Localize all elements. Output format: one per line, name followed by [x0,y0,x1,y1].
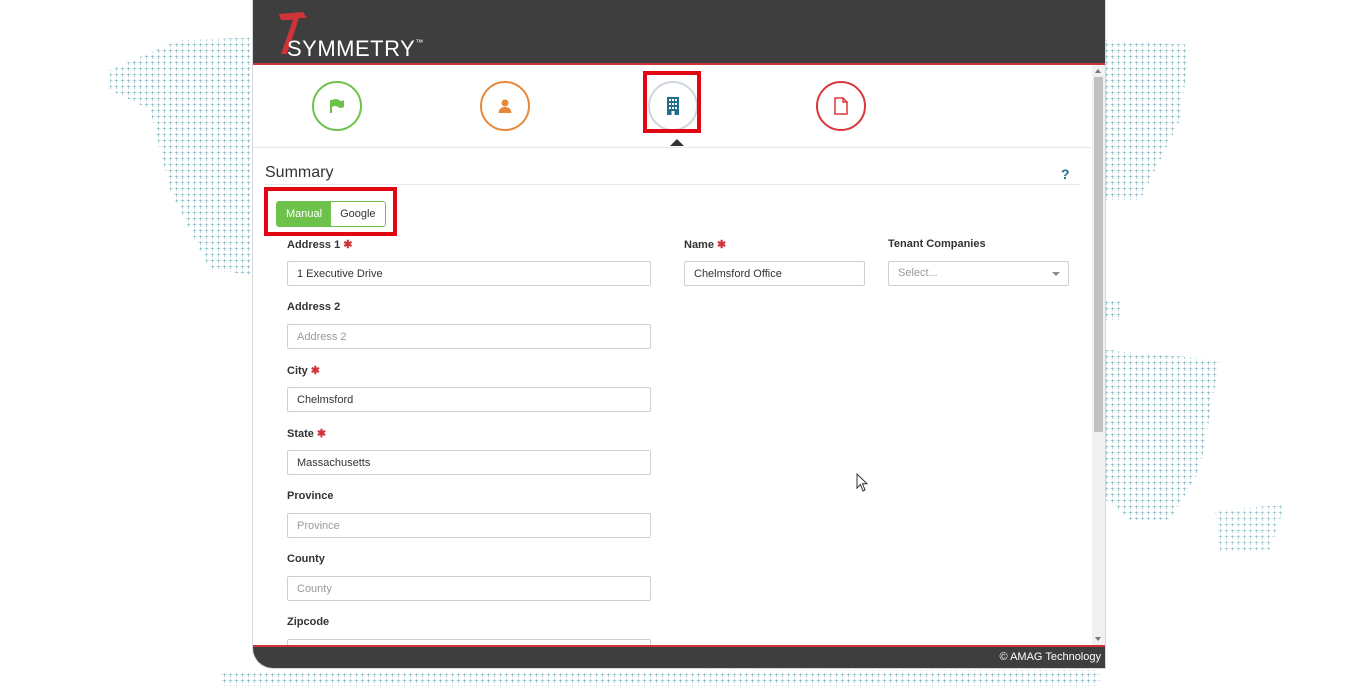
step-flag[interactable] [312,81,362,131]
city-label: City [287,365,308,377]
manual-toggle-button[interactable]: Manual [277,202,332,226]
flag-icon [330,99,344,113]
document-icon [834,97,848,115]
app-window: SYMMETRY™ Summary ? Manual Google Addres… [253,0,1105,668]
province-input[interactable] [287,513,651,538]
state-label: State [287,428,314,440]
name-label: Name [684,239,714,251]
scroll-down-icon[interactable] [1095,637,1101,641]
city-input[interactable] [287,387,651,412]
active-step-highlight [643,71,701,133]
address-mode-toggle: Manual Google [276,201,386,227]
address2-input[interactable] [287,324,651,349]
brand-name: SYMMETRY [287,36,416,61]
tenant-select-placeholder: Select... [898,267,938,279]
main-content: Summary ? Manual Google Address 1✱ Addre… [253,65,1091,645]
step-document[interactable] [816,81,866,131]
zipcode-label: Zipcode [287,616,330,628]
state-field-group: State ✱ [287,427,651,475]
chevron-down-icon [1052,272,1060,276]
province-label: Province [287,490,334,502]
step-person[interactable] [480,81,530,131]
scroll-thumb[interactable] [1094,77,1103,432]
person-icon [498,99,512,113]
google-toggle-button[interactable]: Google [331,202,385,226]
help-icon[interactable]: ? [1061,166,1070,182]
copyright-text: © AMAG Technology [999,651,1101,663]
header-bar: SYMMETRY™ [253,0,1105,65]
required-mark: ✱ [343,239,353,251]
required-mark: ✱ [716,239,727,251]
address1-input[interactable] [287,261,651,286]
section-divider [265,184,1081,185]
tenant-companies-label: Tenant Companies [888,238,986,250]
city-field-group: City ✱ [287,364,651,412]
address2-field-group: Address 2 [287,301,651,349]
required-mark: ✱ [310,365,320,377]
address1-field-group: Address 1 ✱ [287,238,651,286]
state-input[interactable] [287,450,651,475]
tenant-field-group: Tenant Companies Select... [888,238,1069,286]
section-title: Summary [265,164,334,181]
tenant-companies-select[interactable]: Select... [888,261,1069,286]
name-field-group: Name ✱ [684,238,865,286]
symmetry-logo: SYMMETRY™ [273,8,433,61]
scroll-up-icon[interactable] [1095,69,1101,73]
name-input[interactable] [684,261,865,286]
zipcode-field-group: Zipcode [287,616,651,645]
required-mark: ✱ [316,428,327,440]
address2-label: Address 2 [287,301,341,313]
county-label: County [287,553,325,565]
brand-trademark: ™ [415,38,424,47]
footer-bar: © AMAG Technology [253,645,1105,668]
mouse-cursor-icon [856,473,869,492]
province-field-group: Province [287,490,651,538]
county-input[interactable] [287,576,651,601]
address1-label: Address 1 [287,239,341,251]
wizard-steps [253,65,1091,148]
vertical-scrollbar[interactable] [1092,65,1105,645]
county-field-group: County [287,553,651,601]
active-step-caret [670,139,684,146]
